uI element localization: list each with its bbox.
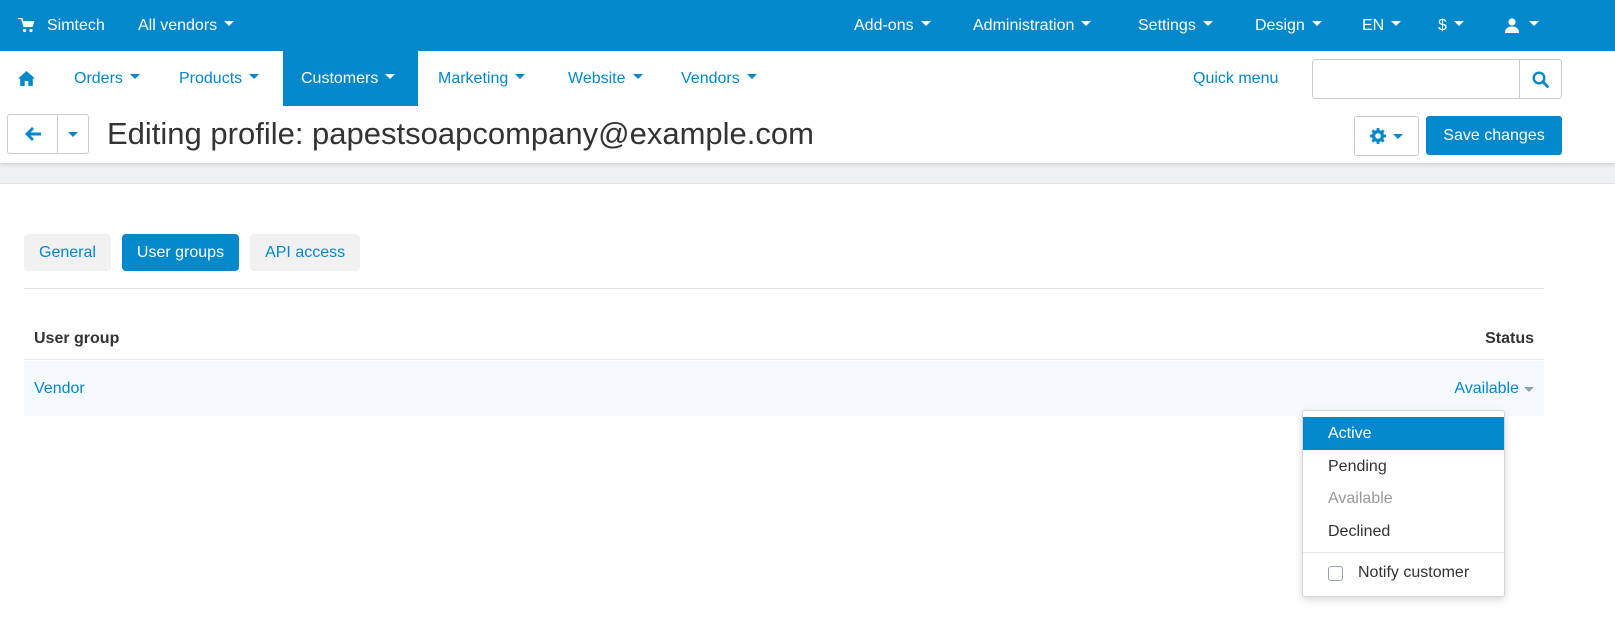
menu-language-label: EN [1362, 16, 1385, 34]
chevron-down-icon [632, 74, 643, 79]
back-button-group [7, 114, 89, 154]
tab-general[interactable]: General [24, 234, 111, 271]
chevron-down-icon [129, 74, 140, 79]
top-bar: Simtech All vendors Add-ons Administrati… [0, 0, 1615, 51]
menu-administration[interactable]: Administration [973, 0, 1092, 51]
tabs-divider [24, 288, 1544, 289]
user-icon [1505, 18, 1519, 33]
menu-addons[interactable]: Add-ons [854, 0, 931, 51]
chevron-down-icon [385, 74, 396, 79]
search-icon [1532, 70, 1549, 88]
nav-marketing-label: Marketing [438, 69, 509, 87]
notify-customer-checkbox[interactable] [1328, 565, 1343, 581]
nav-home[interactable] [18, 51, 35, 106]
menu-addons-label: Add-ons [854, 16, 914, 34]
brand-label: Simtech [47, 16, 105, 34]
toolbar-strip [0, 163, 1615, 184]
tab-api-access[interactable]: API access [250, 234, 361, 271]
chevron-down-icon [515, 74, 526, 79]
home-icon [18, 71, 35, 86]
chevron-down-icon [1393, 133, 1403, 139]
column-header-user-group: User group [34, 330, 120, 347]
nav-vendors-label: Vendors [681, 69, 740, 87]
back-history-dropdown[interactable] [58, 115, 88, 153]
nav-products[interactable]: Products [160, 51, 278, 106]
settings-gear-button[interactable] [1354, 116, 1419, 156]
page-title: Editing profile: papestsoapcompany@examp… [107, 116, 814, 151]
chevron-down-icon [249, 74, 260, 79]
nav-vendors[interactable]: Vendors [662, 51, 776, 106]
chevron-down-icon [1081, 21, 1092, 26]
chevron-down-icon [920, 21, 931, 26]
menu-design-label: Design [1255, 16, 1305, 34]
chevron-down-icon [224, 21, 235, 26]
main-nav: Orders Products Customers Marketing Webs… [0, 51, 1615, 106]
notify-customer-option[interactable]: Notify customer [1328, 564, 1469, 582]
nav-marketing[interactable]: Marketing [419, 51, 544, 106]
chevron-down-icon [68, 131, 78, 137]
nav-customers[interactable]: Customers [283, 51, 418, 106]
chevron-down-icon [1391, 21, 1402, 26]
menu-user[interactable] [1505, 0, 1539, 51]
back-button[interactable] [8, 115, 58, 153]
menu-currency[interactable]: $ [1438, 0, 1464, 51]
status-option-pending[interactable]: Pending [1303, 450, 1504, 483]
chevron-down-icon [1524, 386, 1534, 392]
chevron-down-icon [1529, 21, 1539, 26]
dropdown-divider [1303, 552, 1504, 553]
chevron-down-icon [1202, 21, 1213, 26]
search-box [1312, 59, 1562, 99]
nav-customers-label: Customers [301, 69, 379, 87]
search-input[interactable] [1313, 60, 1519, 98]
chevron-down-icon [746, 74, 757, 79]
quick-menu-link[interactable]: Quick menu [1193, 51, 1278, 106]
status-value: Available [1454, 380, 1519, 397]
arrow-left-icon [24, 127, 41, 141]
nav-products-label: Products [179, 69, 243, 87]
status-option-active[interactable]: Active [1303, 417, 1504, 450]
menu-language[interactable]: EN [1362, 0, 1402, 51]
notify-customer-label: Notify customer [1358, 564, 1470, 581]
vendor-selector-label: All vendors [138, 16, 218, 34]
menu-settings-label: Settings [1138, 16, 1196, 34]
tab-user-groups[interactable]: User groups [121, 234, 240, 271]
store-brand[interactable]: Simtech [18, 0, 105, 51]
status-option-available: Available [1328, 489, 1393, 507]
menu-settings[interactable]: Settings [1138, 0, 1213, 51]
profile-tabs: General User groups API access [24, 234, 371, 271]
status-dropdown-toggle[interactable]: Available [1454, 380, 1534, 398]
menu-administration-label: Administration [973, 16, 1075, 34]
table-header: User group Status [24, 318, 1544, 360]
shopping-cart-icon [18, 18, 35, 33]
gear-icon [1370, 128, 1386, 144]
chevron-down-icon [1311, 21, 1322, 26]
nav-website[interactable]: Website [549, 51, 662, 106]
quick-menu-label: Quick menu [1193, 69, 1279, 87]
menu-design[interactable]: Design [1255, 0, 1322, 51]
user-group-link[interactable]: Vendor [34, 380, 85, 398]
nav-orders-label: Orders [74, 69, 123, 87]
vendor-selector[interactable]: All vendors [138, 0, 235, 51]
title-bar: Editing profile: papestsoapcompany@examp… [0, 106, 1615, 163]
nav-orders[interactable]: Orders [55, 51, 159, 106]
chevron-down-icon [1453, 21, 1464, 26]
search-button[interactable] [1519, 60, 1561, 98]
save-changes-button[interactable]: Save changes [1426, 116, 1562, 155]
status-dropdown-menu: Active Pending Available Declined Notify… [1302, 410, 1505, 597]
table-row: Vendor Available [24, 361, 1544, 416]
nav-website-label: Website [568, 69, 626, 87]
menu-currency-label: $ [1438, 16, 1447, 34]
column-header-status: Status [1485, 330, 1534, 347]
status-option-declined[interactable]: Declined [1303, 515, 1504, 548]
